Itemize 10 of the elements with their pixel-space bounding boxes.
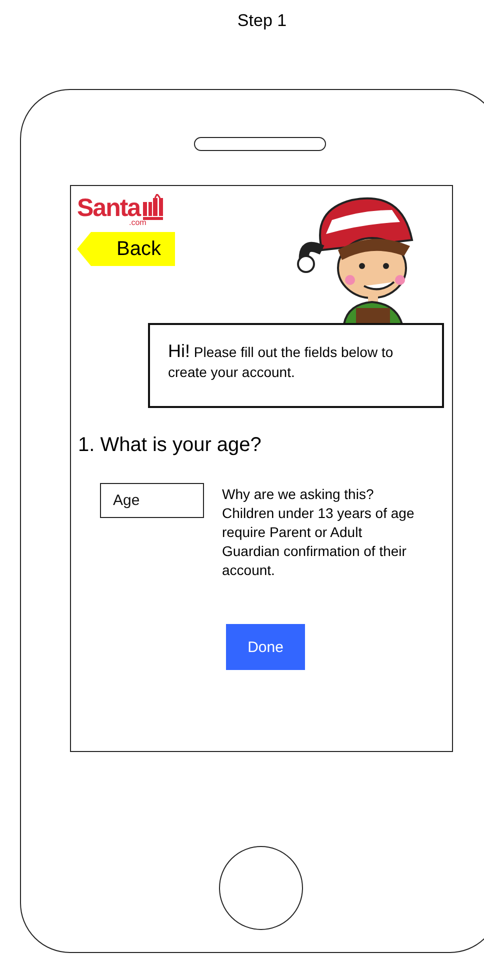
gift-icon [143, 194, 164, 220]
back-button[interactable]: Back [77, 232, 175, 266]
logo-domain: .com [129, 218, 146, 227]
home-button[interactable] [219, 846, 303, 930]
greeting-message: Hi! Please fill out the fields below to create your account. [168, 341, 394, 382]
age-field[interactable]: Age [100, 483, 204, 518]
done-button[interactable]: Done [226, 624, 305, 670]
page-title: Step 1 [236, 10, 288, 32]
question-text: 1. What is your age? [78, 434, 262, 457]
help-text: Why are we asking this? Children under 13 years of age require Parent or Adult Guardian confirmation of their account. [222, 485, 416, 580]
